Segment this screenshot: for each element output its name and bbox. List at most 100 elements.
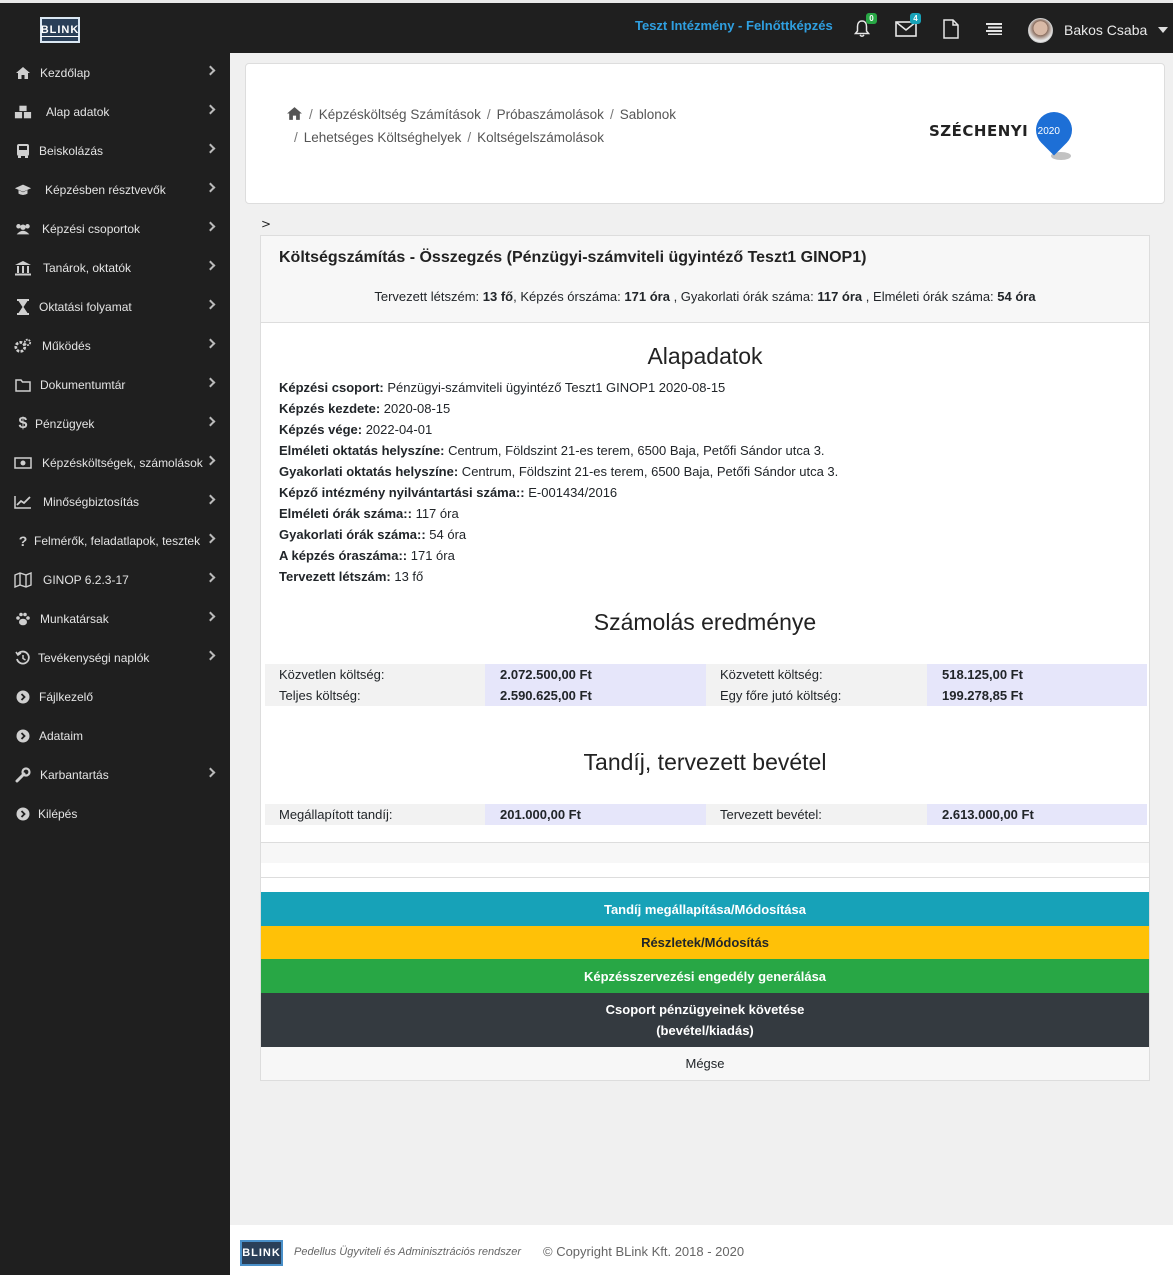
result-row: Közvetlen költség: 2.072.500,00 Ft Közve… [265, 664, 1147, 685]
messages-envelope-icon[interactable]: 4 [894, 13, 921, 41]
szechenyi-2020-logo: SZÉCHENYI 2020 [929, 104, 1080, 174]
sidebar-item-alap-adatok[interactable]: Alap adatok [0, 92, 230, 131]
breadcrumb-item[interactable]: Sablonok [620, 107, 676, 122]
sidebar-item-label: Kezdőlap [40, 66, 91, 80]
chevron-right-icon [205, 533, 216, 544]
card-header: Költségszámítás - Összegzés (Pénzügyi-sz… [261, 236, 1149, 323]
sidebar-item-fajlkezelo[interactable]: Fájlkezelő [0, 677, 230, 716]
sidebar-item-dokumentumtar[interactable]: Dokumentumtár [0, 365, 230, 404]
set-tuition-button[interactable]: Tandíj megállapítása/Módosítása [261, 892, 1149, 926]
sidebar-item-munkatarsak[interactable]: Munkatársak [0, 599, 230, 638]
planned-income-label: Tervezett bevétel: [720, 807, 822, 822]
bus-icon [14, 143, 32, 159]
sidebar-item-felmerok[interactable]: ? Felmérők, feladatlapok, tesztek [0, 521, 230, 560]
list-menu-icon[interactable] [982, 17, 1006, 41]
map-icon [14, 572, 32, 588]
planned-income-value: 2.613.000,00 Ft [927, 804, 1147, 825]
chevron-right-icon [205, 65, 216, 76]
circle-arrow-icon [14, 728, 32, 744]
breadcrumb: / Képzésköltség Számítások / Próbaszámoláso… [286, 104, 726, 148]
total-cost-label: Teljes költség: [279, 688, 361, 703]
sidebar-item-label: Képzési csoportok [42, 222, 141, 236]
document-icon[interactable] [939, 17, 963, 41]
detail-row: Elméleti órák száma:: 117 óra [279, 506, 459, 521]
result-row: Teljes költség: 2.590.625,00 Ft Egy főre… [265, 685, 1147, 706]
sidebar-item-label: Karbantartás [40, 768, 109, 782]
sidebar-item-ginop[interactable]: GINOP 6.2.3-17 [0, 560, 230, 599]
sidebar-item-label: Munkatársak [40, 612, 109, 626]
sidebar-item-tanarok-oktatok[interactable]: Tanárok, oktatók [0, 248, 230, 287]
chevron-right-icon [205, 221, 216, 232]
top-navbar: BLINK Teszt Intézmény - Felnőttképzés 0 … [0, 0, 1173, 53]
chevron-right-icon [205, 338, 216, 349]
paw-icon [14, 611, 32, 627]
sidebar-item-label: Beiskolázás [39, 144, 104, 158]
chevron-right-icon [205, 611, 216, 622]
breadcrumb-item[interactable]: Próbaszámolások [497, 107, 604, 122]
sidebar-item-kepzesben-resztvevok[interactable]: Képzésben résztvevők [0, 170, 230, 209]
history-icon [14, 650, 32, 666]
sidebar-item-tevekenysegi-naplok[interactable]: Tevékenységi naplók [0, 638, 230, 677]
notifications-badge: 0 [866, 13, 877, 24]
tuition-row: Megállapított tandíj: 201.000,00 Ft Terv… [265, 804, 1147, 825]
sidebar-item-label: Tanárok, oktatók [43, 261, 132, 275]
chevron-right-icon [205, 299, 216, 310]
sidebar-item-kepzeskoltsegek[interactable]: Képzésköltségek, számolások [0, 443, 230, 482]
notifications-bell-icon[interactable]: 0 [850, 13, 877, 41]
sidebar-item-penzugyek[interactable]: $ Pénzügyek [0, 404, 230, 443]
cost-summary-card: Költségszámítás - Összegzés (Pénzügyi-sz… [260, 235, 1150, 1081]
total-cost-value: 2.590.625,00 Ft [485, 685, 706, 706]
dollar-icon: $ [18, 415, 28, 432]
indirect-cost-label: Közvetett költség: [720, 667, 823, 682]
detail-row: Gyakorlati oktatás helyszíne: Centrum, F… [279, 464, 839, 479]
gears-icon [14, 338, 32, 354]
sidebar-item-kilepes[interactable]: Kilépés [0, 794, 230, 833]
detail-row: Képzés kezdete: 2020-08-15 [279, 401, 451, 416]
users-icon [14, 221, 32, 237]
generate-permit-button[interactable]: Képzésszervezési engedély generálása [261, 959, 1149, 993]
page-marker: > [261, 217, 272, 231]
sidebar-item-oktatasi-folyamat[interactable]: Oktatási folyamat [0, 287, 230, 326]
sidebar-item-minosegbiztositas[interactable]: Minőségbiztosítás [0, 482, 230, 521]
chevron-right-icon [205, 143, 216, 154]
basic-details-list: Képzési csoport: Pénzügyi-számviteli ügy… [279, 377, 838, 587]
sidebar-item-label: Alap adatok [46, 105, 110, 119]
summary-line: Tervezett létszém: 13 fő, Képzés órszáma… [374, 289, 1036, 304]
circle-arrow-icon [14, 689, 32, 705]
per-person-cost-value: 199.278,85 Ft [927, 685, 1147, 706]
breadcrumb-item[interactable]: Lehetséges Költséghelyek [304, 130, 462, 145]
breadcrumb-item[interactable]: Képzésköltség Számítások [319, 107, 481, 122]
sidebar-item-kepzesi-csoportok[interactable]: Képzési csoportok [0, 209, 230, 248]
footer-copyright: © Copyright BLink Kft. 2018 - 2020 [543, 1244, 745, 1259]
section-title-tuition: Tandíj, tervezett bevétel [583, 749, 827, 775]
sidebar: Kezdőlap Alap adatok Beiskolázás Képzésb… [0, 53, 230, 1275]
chevron-right-icon [205, 650, 216, 661]
user-menu-caret-icon[interactable] [1158, 27, 1168, 33]
sidebar-item-label: Felmérők, feladatlapok, tesztek [34, 534, 201, 548]
sidebar-item-label: Fájlkezelő [39, 690, 94, 704]
breadcrumb-item[interactable]: Koltségelszámolások [477, 130, 604, 145]
chevron-right-icon [205, 416, 216, 427]
institution-icon [14, 260, 32, 276]
per-person-cost-label: Egy főre jutó költség: [720, 688, 842, 703]
chevron-right-icon [205, 455, 216, 466]
app-logo[interactable]: BLINK [40, 17, 80, 43]
sidebar-item-mukodes[interactable]: Működés [0, 326, 230, 365]
sidebar-item-label: Képzésben résztvevők [45, 183, 166, 197]
sidebar-item-label: Képzésköltségek, számolások [42, 456, 203, 470]
detail-row: Elméleti oktatás helyszíne: Centrum, Föl… [279, 443, 825, 458]
user-avatar[interactable] [1028, 18, 1053, 43]
sidebar-item-label: Kilépés [38, 807, 78, 821]
sidebar-item-kezdolap[interactable]: Kezdőlap [0, 53, 230, 92]
institution-name[interactable]: Teszt Intézmény - Felnőttképzés [635, 18, 833, 33]
track-finances-button[interactable]: Csoport pénzügyeinek követése (bevétel/k… [261, 993, 1149, 1047]
sidebar-item-karbantartas[interactable]: Karbantartás [0, 755, 230, 794]
sidebar-item-beiskolazas[interactable]: Beiskolázás [0, 131, 230, 170]
cancel-button[interactable]: Mégse [261, 1047, 1149, 1080]
card-title: Költségszámítás - Összegzés (Pénzügyi-sz… [279, 249, 867, 266]
sidebar-item-adataim[interactable]: Adataim [0, 716, 230, 755]
user-name[interactable]: Bakos Csaba [1064, 22, 1147, 38]
home-icon[interactable] [286, 106, 303, 127]
details-modify-button[interactable]: Részletek/Módosítás [261, 926, 1149, 959]
cubes-icon [14, 104, 32, 120]
